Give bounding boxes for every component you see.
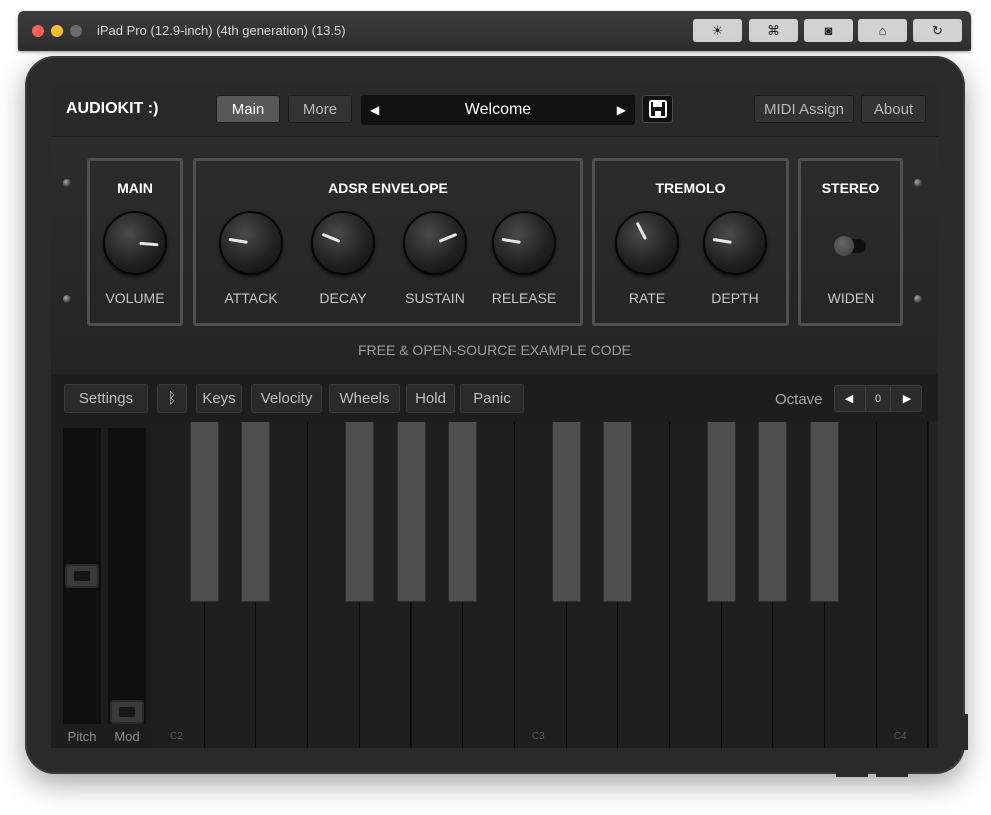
knob-label: RELEASE xyxy=(491,290,557,306)
simulator-title-bar: iPad Pro (12.9-inch) (4th generation) (1… xyxy=(18,11,971,51)
midi-assign-button[interactable]: MIDI Assign xyxy=(754,95,854,123)
preset-selector: ◀ Welcome ▶ xyxy=(361,95,635,125)
octave-value: 0 xyxy=(865,386,891,411)
toggle-thumb xyxy=(834,236,854,256)
volume-button xyxy=(876,772,908,777)
knob-label: VOLUME xyxy=(105,290,165,306)
tab-main[interactable]: Main xyxy=(216,95,280,123)
knob-label: DEPTH xyxy=(711,290,759,306)
side-button xyxy=(963,714,968,750)
rate-knob[interactable] xyxy=(615,211,679,275)
screenshot-icon: ◙ xyxy=(824,23,833,38)
screw-decoration xyxy=(63,179,71,187)
settings-button[interactable]: Settings xyxy=(64,384,148,413)
octave-stepper: ◀ 0 ▶ xyxy=(834,385,922,412)
pitch-wheel-handle[interactable] xyxy=(65,564,99,588)
preset-name[interactable]: Welcome xyxy=(361,101,635,119)
black-key[interactable] xyxy=(189,422,219,602)
screw-decoration xyxy=(914,179,922,187)
depth-knob[interactable] xyxy=(703,211,767,275)
hold-button[interactable]: Hold xyxy=(406,384,455,413)
floppy-disk-icon xyxy=(648,100,667,118)
octave-up-button[interactable]: ▶ xyxy=(893,386,921,411)
volume-button xyxy=(836,772,868,777)
mod-label: Mod xyxy=(114,729,140,744)
decay-knob[interactable] xyxy=(311,211,375,275)
next-preset-icon[interactable]: ▶ xyxy=(617,103,626,117)
widen-toggle[interactable] xyxy=(834,236,866,256)
home-button[interactable]: ⌂ xyxy=(858,19,907,42)
octave-label: Octave xyxy=(775,391,823,408)
pitch-wheel[interactable] xyxy=(63,428,101,724)
octave-down-button[interactable]: ◀ xyxy=(835,386,863,411)
app-brand: AUDIOKIT :) xyxy=(66,100,159,117)
home-icon: ⌂ xyxy=(878,23,887,38)
pitch-label: Pitch xyxy=(67,729,97,744)
mod-wheel[interactable] xyxy=(108,428,146,724)
piano-keyboard: C2 C3 C4 xyxy=(153,422,929,748)
save-preset-button[interactable] xyxy=(642,95,673,123)
sustain-knob[interactable] xyxy=(403,211,467,275)
stereo-section: STEREO WIDEN xyxy=(798,158,903,326)
rotate-icon: ↻ xyxy=(932,22,943,38)
mod-wheel-handle[interactable] xyxy=(110,700,144,724)
volume-knob[interactable] xyxy=(103,211,167,275)
zoom-window-button[interactable] xyxy=(70,25,82,37)
synth-panel: MAIN VOLUME ADSR ENVELOPE ATTACK DECAY S… xyxy=(51,137,938,374)
footer-note: FREE & OPEN-SOURCE EXAMPLE CODE xyxy=(357,342,632,358)
velocity-button[interactable]: Velocity xyxy=(251,384,322,413)
section-title: STEREO xyxy=(821,180,880,196)
wheels-panel: Pitch Mod xyxy=(51,422,153,748)
top-nav: AUDIOKIT :) Main More ◀ Welcome ▶ MIDI A… xyxy=(51,83,938,137)
black-key[interactable] xyxy=(551,422,581,602)
black-key[interactable] xyxy=(448,422,478,602)
bluetooth-icon: ᛒ xyxy=(167,390,177,407)
simulator-title: iPad Pro (12.9-inch) (4th generation) (1… xyxy=(97,23,346,38)
command-icon: ⌘ xyxy=(767,22,780,38)
screw-decoration xyxy=(63,295,71,303)
tab-more[interactable]: More xyxy=(288,95,352,123)
note-label: C3 xyxy=(531,731,545,742)
panic-button[interactable]: Panic xyxy=(460,384,524,413)
white-key[interactable]: C4 xyxy=(876,422,929,748)
main-section: MAIN VOLUME xyxy=(87,158,183,326)
wheels-button[interactable]: Wheels xyxy=(329,384,400,413)
about-button[interactable]: About xyxy=(861,95,926,123)
keyboard-toolbar: Settings ᛒ Keys Velocity Wheels Hold Pan… xyxy=(51,374,938,422)
command-button[interactable]: ⌘ xyxy=(749,19,798,42)
brightness-button[interactable]: ☀ xyxy=(693,19,742,42)
brightness-icon: ☀ xyxy=(711,22,724,38)
adsr-section: ADSR ENVELOPE ATTACK DECAY SUSTAIN RELEA… xyxy=(193,158,583,326)
minimize-window-button[interactable] xyxy=(51,25,63,37)
black-key[interactable] xyxy=(758,422,788,602)
note-label: C2 xyxy=(170,731,183,742)
attack-knob[interactable] xyxy=(219,211,283,275)
screw-decoration xyxy=(914,295,922,303)
black-key[interactable] xyxy=(344,422,374,602)
screenshot-button[interactable]: ◙ xyxy=(804,19,853,42)
toggle-label: WIDEN xyxy=(827,290,875,306)
black-key[interactable] xyxy=(603,422,633,602)
rotate-button[interactable]: ↻ xyxy=(913,19,962,42)
black-key[interactable] xyxy=(810,422,840,602)
release-knob[interactable] xyxy=(492,211,556,275)
black-key[interactable] xyxy=(396,422,426,602)
section-title: ADSR ENVELOPE xyxy=(328,180,448,196)
bluetooth-button[interactable]: ᛒ xyxy=(157,384,187,413)
app-screen: AUDIOKIT :) Main More ◀ Welcome ▶ MIDI A… xyxy=(51,83,938,748)
keys-button[interactable]: Keys xyxy=(196,384,242,413)
black-key[interactable] xyxy=(241,422,271,602)
section-title: MAIN xyxy=(117,180,153,196)
section-title: TREMOLO xyxy=(655,180,726,196)
tremolo-section: TREMOLO RATE DEPTH xyxy=(592,158,789,326)
note-label: C4 xyxy=(893,731,907,742)
close-window-button[interactable] xyxy=(32,25,44,37)
black-key[interactable] xyxy=(706,422,736,602)
